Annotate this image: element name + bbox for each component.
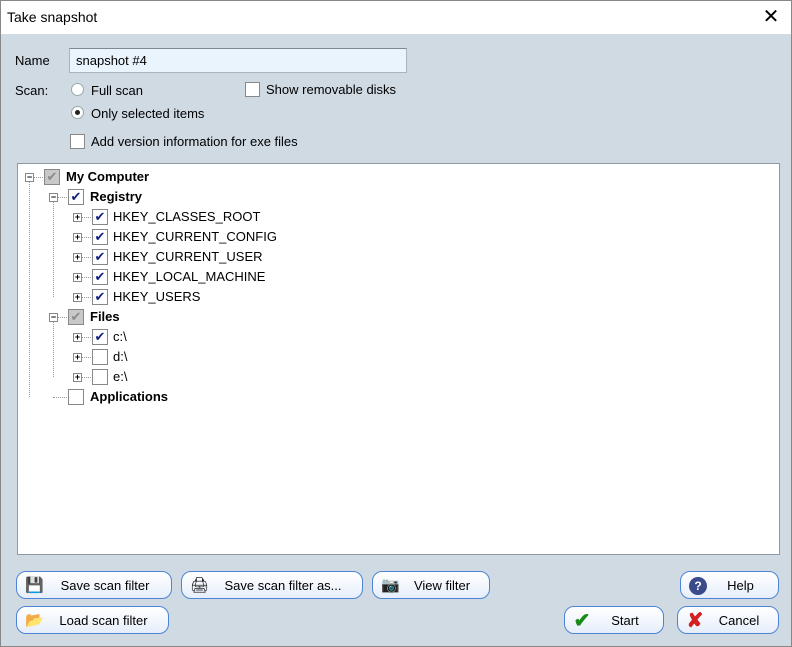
tree-item-label[interactable]: HKEY_CLASSES_ROOT: [113, 209, 260, 224]
expand-icon[interactable]: +: [73, 233, 82, 242]
floppy-disk-icon: 💾: [25, 577, 44, 594]
add-version-label: Add version information for exe files: [91, 134, 298, 149]
tree-item-label[interactable]: HKEY_CURRENT_USER: [113, 249, 263, 264]
close-icon[interactable]: ✕: [757, 5, 785, 29]
view-filter-button[interactable]: 📷 View filter: [372, 571, 490, 599]
tree-checkbox[interactable]: [68, 389, 84, 405]
tree-checkbox[interactable]: ✔: [92, 209, 108, 225]
save-scan-filter-as-button[interactable]: 🖨 Save scan filter as...: [181, 571, 363, 599]
tree-item-label[interactable]: c:\: [113, 329, 127, 344]
tree-line: [53, 397, 67, 398]
expand-icon[interactable]: +: [73, 333, 82, 342]
full-scan-radio[interactable]: [71, 83, 84, 96]
tree-checkbox[interactable]: ✔: [92, 229, 108, 245]
collapse-icon[interactable]: −: [49, 313, 58, 322]
tree-item-label[interactable]: My Computer: [66, 169, 149, 184]
take-snapshot-dialog: Take snapshot ✕ Name Scan: Full scan Onl…: [0, 0, 792, 647]
load-scan-filter-button[interactable]: 📂 Load scan filter: [16, 606, 169, 634]
tree-item-label[interactable]: HKEY_LOCAL_MACHINE: [113, 269, 265, 284]
tree-line: [29, 182, 30, 397]
tree-line: [53, 202, 54, 297]
collapse-icon[interactable]: −: [49, 193, 58, 202]
start-button[interactable]: ✔ Start: [564, 606, 664, 634]
name-input[interactable]: [69, 48, 407, 73]
tree-item-label[interactable]: Registry: [90, 189, 142, 204]
tree-item-label[interactable]: HKEY_USERS: [113, 289, 200, 304]
expand-icon[interactable]: +: [73, 353, 82, 362]
tree-item-label[interactable]: HKEY_CURRENT_CONFIG: [113, 229, 277, 244]
show-removable-checkbox[interactable]: [245, 82, 260, 97]
only-selected-label: Only selected items: [91, 106, 205, 121]
help-button[interactable]: ? Help: [680, 571, 779, 599]
tree-item-label[interactable]: Applications: [90, 389, 168, 404]
scan-label: Scan:: [15, 83, 49, 98]
save-scan-filter-button[interactable]: 💾 Save scan filter: [16, 571, 172, 599]
full-scan-label: Full scan: [91, 83, 144, 98]
tree-checkbox[interactable]: ✔: [68, 309, 84, 325]
save-as-icon: 🖨: [190, 577, 210, 594]
view-icon: 📷: [381, 577, 400, 594]
tree-checkbox[interactable]: ✔: [92, 289, 108, 305]
folder-icon: 📂: [25, 612, 44, 629]
expand-icon[interactable]: +: [73, 273, 82, 282]
name-label: Name: [15, 53, 50, 68]
expand-icon[interactable]: +: [73, 253, 82, 262]
tree-line: [53, 322, 54, 377]
checkmark-icon: ✔: [573, 610, 591, 632]
tree-checkbox[interactable]: ✔: [92, 249, 108, 265]
tree-item-label[interactable]: d:\: [113, 349, 127, 364]
tree-checkbox[interactable]: ✔: [92, 329, 108, 345]
scan-tree[interactable]: − ✔ My Computer − ✔ Registry + ✔ HKEY_CLASSES_RO…: [17, 163, 780, 555]
add-version-checkbox[interactable]: [70, 134, 85, 149]
expand-icon[interactable]: +: [73, 213, 82, 222]
tree-checkbox[interactable]: [92, 369, 108, 385]
x-icon: ✘: [686, 610, 704, 632]
cancel-button[interactable]: ✘ Cancel: [677, 606, 779, 634]
tree-checkbox[interactable]: [92, 349, 108, 365]
expand-icon[interactable]: +: [73, 373, 82, 382]
title-bar: Take snapshot ✕: [1, 1, 791, 34]
tree-item-label[interactable]: e:\: [113, 369, 127, 384]
only-selected-radio[interactable]: [71, 106, 84, 119]
help-icon: ?: [689, 577, 707, 595]
collapse-icon[interactable]: −: [25, 173, 34, 182]
tree-checkbox[interactable]: ✔: [44, 169, 60, 185]
tree-item-label[interactable]: Files: [90, 309, 120, 324]
expand-icon[interactable]: +: [73, 293, 82, 302]
window-title: Take snapshot: [7, 9, 98, 25]
show-removable-label: Show removable disks: [266, 82, 397, 97]
tree-checkbox[interactable]: ✔: [68, 189, 84, 205]
tree-checkbox[interactable]: ✔: [92, 269, 108, 285]
